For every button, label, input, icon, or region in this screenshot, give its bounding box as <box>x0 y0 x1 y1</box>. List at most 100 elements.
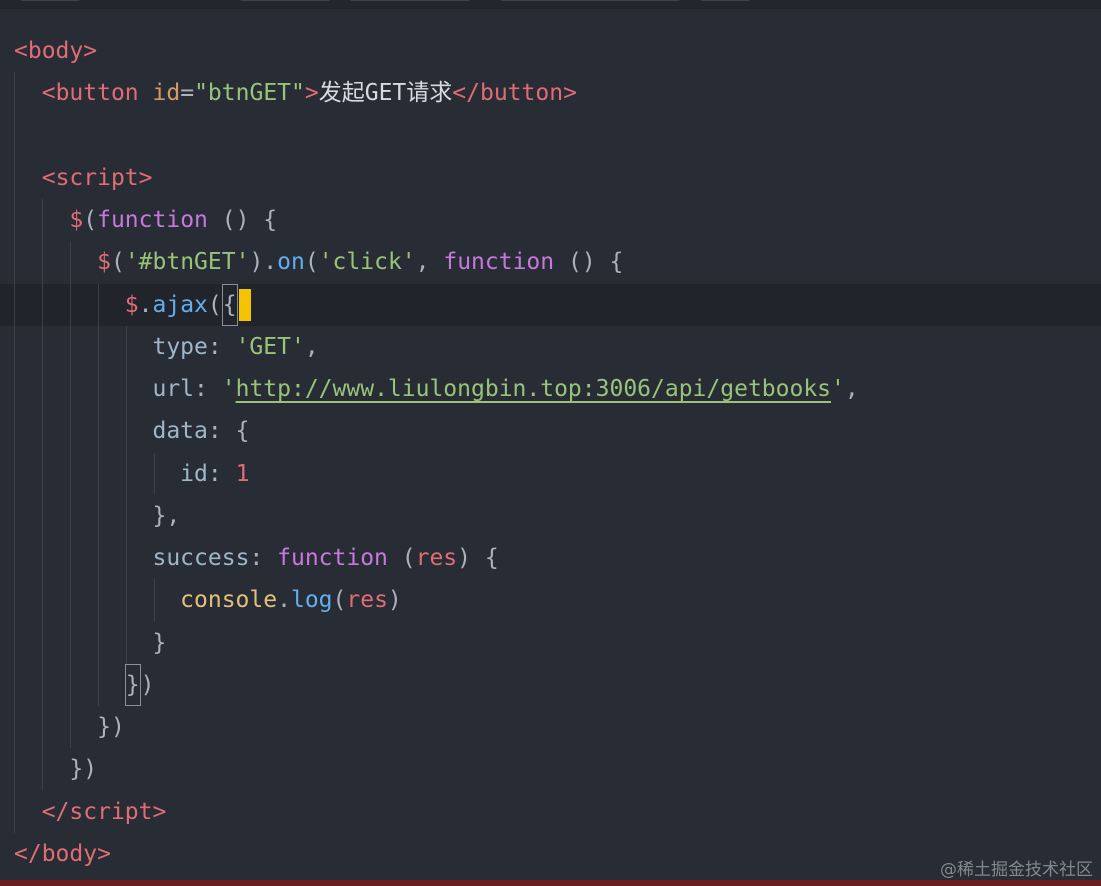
indent-guide <box>70 537 71 580</box>
top-fragment <box>700 0 750 1</box>
code-line[interactable]: }, <box>0 494 1101 537</box>
top-fragment <box>500 0 680 1</box>
indent-guide <box>70 283 71 326</box>
code-line[interactable]: } <box>0 621 1101 664</box>
top-fragment <box>20 0 80 1</box>
code-token: . <box>138 291 153 318</box>
code-token: url <box>152 376 195 402</box>
bracket-match: } <box>124 663 141 706</box>
code-token: : <box>194 376 222 402</box>
indent-guide <box>42 283 43 326</box>
code-line[interactable]: $('#btnGET').on('click', function () { <box>0 241 1101 284</box>
code-token: type <box>152 333 208 360</box>
code-token: success <box>152 545 250 571</box>
indent-guide <box>42 663 43 706</box>
indent-guide <box>42 325 43 368</box>
code-token: > <box>97 840 111 867</box>
indent-guide <box>70 325 71 368</box>
indent-guide <box>70 368 71 411</box>
indent-guide <box>126 537 127 580</box>
indent-guide <box>14 114 15 157</box>
code-token: 发起GET请求 <box>318 80 453 107</box>
code-token: $ <box>97 249 111 276</box>
indent-guide <box>70 410 71 453</box>
code-token: on <box>277 249 305 276</box>
code-token: '#btnGET' <box>124 249 250 276</box>
code-line[interactable]: url: 'http://www.liulongbin.top:3006/api… <box>0 368 1101 411</box>
indent-guide <box>70 621 71 664</box>
indent-guide <box>154 452 155 495</box>
url-link[interactable]: http://www.liulongbin.top:3006/api/getbo… <box>236 376 831 402</box>
code-token: ( <box>83 207 98 233</box>
top-fragment <box>240 0 330 1</box>
indent-guide <box>70 706 71 749</box>
code-line[interactable]: <body> <box>0 30 1101 72</box>
bottom-bar <box>0 880 1101 886</box>
indent-guide <box>42 368 43 411</box>
top-fragment <box>350 0 470 1</box>
code-token: ) { <box>457 545 499 571</box>
indent-guide <box>42 621 43 664</box>
code-line-current[interactable]: $.ajax({ <box>0 283 1101 326</box>
code-line[interactable]: console.log(res) <box>0 579 1101 622</box>
code-token: . <box>277 587 291 614</box>
code-token: > <box>304 80 319 107</box>
code-line[interactable]: <button id="btnGET">发起GET请求</button> <box>0 72 1101 115</box>
indent-guide <box>98 494 99 537</box>
code-token: </ <box>14 840 42 867</box>
code-line[interactable]: </script> <box>0 790 1101 833</box>
code-token: ( <box>207 291 222 318</box>
code-token: script <box>69 798 153 825</box>
indent-guide <box>126 494 127 537</box>
code-line[interactable]: }) <box>0 706 1101 749</box>
code-line[interactable]: success: function (res) { <box>0 537 1101 580</box>
top-strip <box>0 0 1101 9</box>
indent-guide <box>126 410 127 453</box>
code-token: body <box>27 38 84 64</box>
code-line[interactable]: </body> <box>0 833 1101 875</box>
code-token: res <box>346 587 388 614</box>
indent-guide <box>14 368 15 411</box>
indent-guide <box>42 494 43 537</box>
code-editor[interactable]: <body> <button id="btnGET">发起GET请求</butt… <box>0 0 1101 886</box>
indent-guide <box>14 199 15 242</box>
code-token: </ <box>452 80 480 107</box>
indent-guide <box>98 283 99 326</box>
indent-guide <box>42 748 43 791</box>
code-token: : <box>249 545 278 571</box>
code-token: body <box>41 840 98 867</box>
code-line[interactable] <box>0 114 1101 157</box>
code-line[interactable]: $(function () { <box>0 199 1101 242</box>
code-line[interactable]: }) <box>0 663 1101 706</box>
code-token: script <box>55 164 139 191</box>
code-line[interactable]: }) <box>0 748 1101 791</box>
code-token: > <box>138 164 153 191</box>
indent-guide <box>14 410 15 453</box>
indent-guide <box>14 156 15 199</box>
indent-guide <box>42 241 43 284</box>
bracket-match: { <box>221 283 238 326</box>
indent-guide <box>42 199 43 242</box>
code-line[interactable]: data: { <box>0 410 1101 453</box>
indent-guide <box>14 494 15 537</box>
code-token: : <box>207 460 236 487</box>
code-line[interactable]: id: 1 <box>0 452 1101 495</box>
code-token: data <box>152 418 208 445</box>
indent-guide <box>14 790 15 833</box>
code-token: > <box>563 80 577 107</box>
code-token: < <box>41 164 56 191</box>
indent-guide <box>126 325 127 368</box>
code-line[interactable]: <script> <box>0 156 1101 199</box>
code-token: () { <box>207 207 278 233</box>
code-token: ). <box>249 249 278 276</box>
code-token: ( <box>110 249 125 276</box>
indent-guide <box>42 706 43 749</box>
indent-guide <box>70 663 71 706</box>
indent-guide <box>14 72 15 115</box>
code-token: 1 <box>235 460 250 487</box>
indent-guide <box>14 452 15 495</box>
indent-guide <box>14 283 15 326</box>
code-token: button <box>479 80 564 107</box>
code-line[interactable]: type: 'GET', <box>0 325 1101 368</box>
code-area[interactable]: <body> <button id="btnGET">发起GET请求</butt… <box>0 30 1101 875</box>
